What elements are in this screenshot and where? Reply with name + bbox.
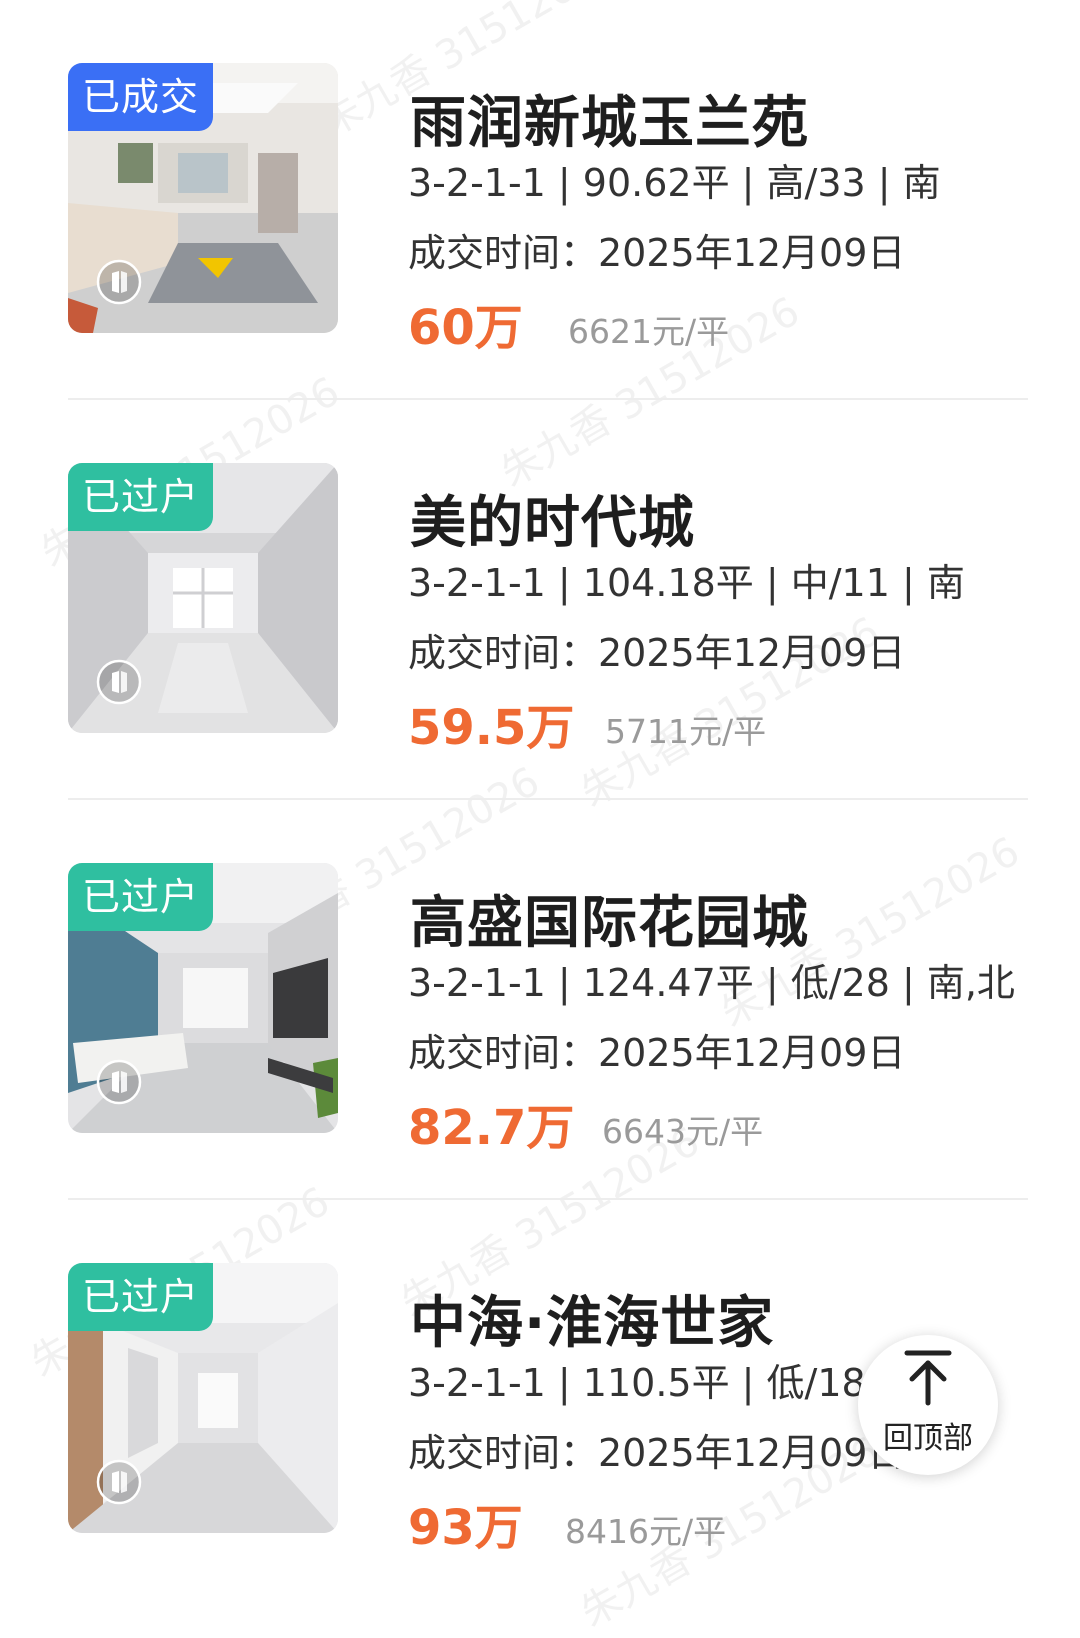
listing-title[interactable]: 雨润新城玉兰苑 [410, 78, 809, 159]
vr-tour-icon[interactable] [96, 1459, 142, 1505]
listing-title[interactable]: 高盛国际花园城 [410, 878, 809, 959]
deal-status-badge: 已过户 [68, 463, 214, 531]
listing-specs: 3-2-1-1 | 110.5平 | 低/18 | [408, 1361, 891, 1405]
listing-specs: 3-2-1-1 | 90.62平 | 高/33 | 南 [408, 161, 941, 205]
back-to-top-button[interactable]: 回顶部 [858, 1335, 998, 1475]
listing-card[interactable]: 已过户 美的时代城 3-2-1-1 | 104.18平 | 中/11 | 南 成… [0, 400, 1080, 800]
deal-status-badge: 已过户 [68, 863, 214, 931]
listing-photo[interactable]: 已成交 [68, 63, 338, 333]
vr-tour-icon[interactable] [96, 1059, 142, 1105]
deal-time: 成交时间：2025年12月09日 [408, 1031, 906, 1075]
total-price: 60万 [408, 300, 523, 356]
listing-specs: 3-2-1-1 | 124.47平 | 低/28 | 南,北 [408, 961, 1015, 1005]
deal-time: 成交时间：2025年12月09日 [408, 231, 906, 275]
deal-status-badge: 已过户 [68, 1263, 214, 1331]
total-price: 59.5万 [408, 700, 575, 756]
listing-photo[interactable]: 已过户 [68, 463, 338, 733]
unit-price: 6621元/平 [568, 312, 730, 351]
unit-price: 8416元/平 [565, 1512, 727, 1551]
unit-price: 6643元/平 [602, 1112, 764, 1151]
deal-status-badge: 已成交 [68, 63, 214, 131]
vr-tour-icon[interactable] [96, 259, 142, 305]
unit-price: 5711元/平 [605, 712, 767, 751]
arrow-up-icon [904, 1350, 952, 1406]
listing-photo[interactable]: 已过户 [68, 1263, 338, 1533]
listing-title[interactable]: 中海·淮海世家 [410, 1278, 774, 1359]
vr-tour-icon[interactable] [96, 659, 142, 705]
listing-photo[interactable]: 已过户 [68, 863, 338, 1133]
listing-title[interactable]: 美的时代城 [410, 478, 695, 559]
total-price: 82.7万 [408, 1100, 575, 1156]
deal-time: 成交时间：2025年12月09日 [408, 1431, 906, 1475]
back-to-top-label: 回顶部 [883, 1421, 973, 1456]
listing-card[interactable]: 已成交 雨润新城玉兰苑 3-2-1-1 | 90.62平 | 高/33 | 南 … [0, 0, 1080, 400]
deal-time: 成交时间：2025年12月09日 [408, 631, 906, 675]
total-price: 93万 [408, 1500, 523, 1556]
listing-card[interactable]: 已过户 高盛国际花园城 3-2-1-1 | 124.47平 | 低/28 | 南… [0, 800, 1080, 1200]
listing-specs: 3-2-1-1 | 104.18平 | 中/11 | 南 [408, 561, 965, 605]
